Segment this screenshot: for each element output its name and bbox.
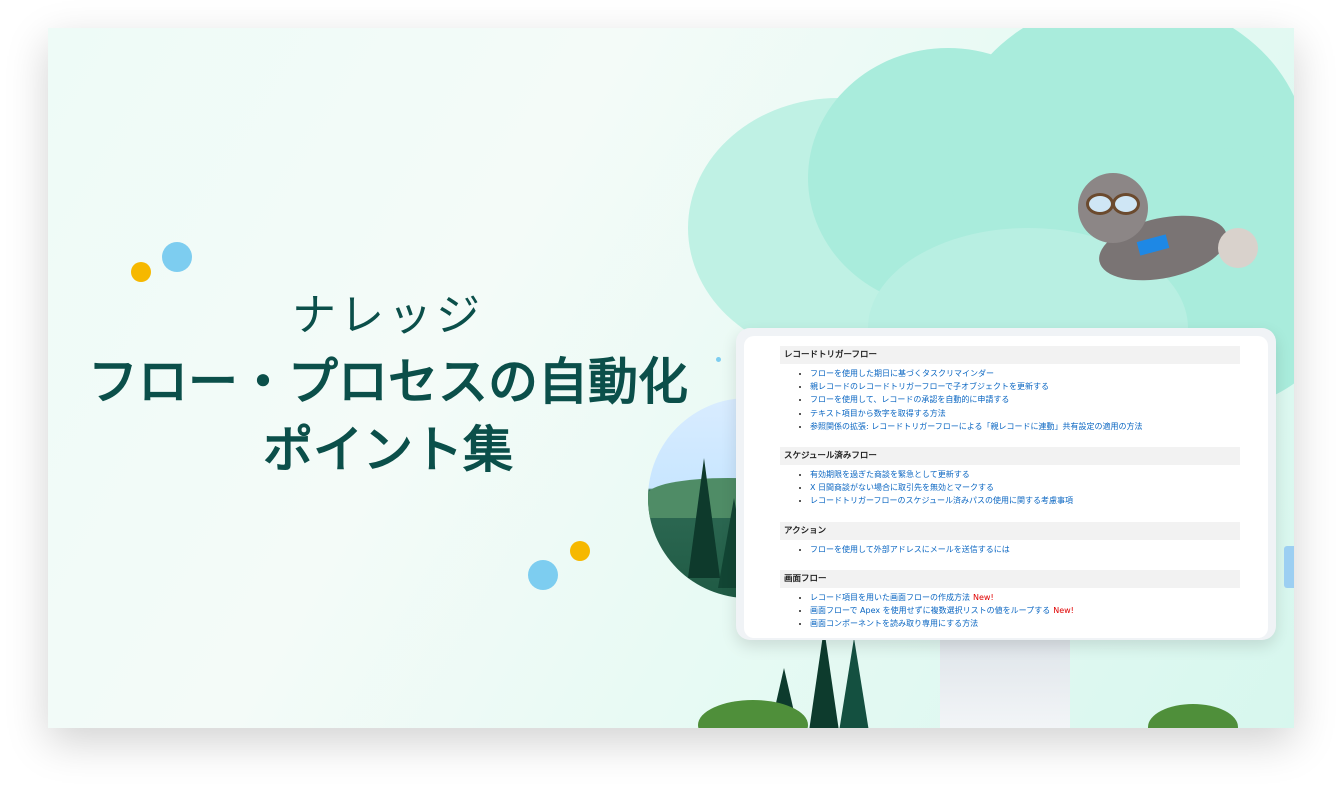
list-item: 画面フローで Apex を使用せずに複数選択リストの値をループするNew! [810,604,1240,617]
section-heading: スケジュール済みフロー [780,447,1240,466]
article-link[interactable]: X 日間商談がない場合に取引先を無効とマークする [810,483,994,492]
hero-banner: ナレッジ フロー・プロセスの自動化 ポイント集 レコードトリガーフローフローを使… [48,28,1294,728]
list-item: テキスト項目から数字を取得する方法 [810,407,1240,420]
article-link[interactable]: 画面フローで Apex を使用せずに複数選択リストの値をループする [810,606,1050,615]
list-item: レコードトリガーフローのスケジュール済みパスの使用に関する考慮事項 [810,494,1240,507]
article-link[interactable]: 有効期限を過ぎた商談を緊急として更新する [810,470,970,479]
article-link[interactable]: テキスト項目から数字を取得する方法 [810,409,946,418]
headline: ナレッジ フロー・プロセスの自動化 ポイント集 [88,286,688,482]
article-link[interactable]: フローを使用して、レコードの承認を自動的に申請する [810,395,1009,404]
article-link[interactable]: レコードトリガーフローのスケジュール済みパスの使用に関する考慮事項 [810,496,1073,505]
section-heading: アクション [780,521,1240,540]
dot-small [716,357,721,362]
list-item: フローを使用して外部アドレスにメールを送信するには [810,543,1240,556]
monitor: レコードトリガーフローフローを使用した期日に基づくタスクリマインダー親レコードの… [736,328,1276,640]
article-link[interactable]: 参照関係の拡張: レコードトリガーフローによる「親レコードに連動」共有設定の適用… [810,422,1143,431]
doc-section: 画面フローレコード項目を用いた画面フローの作成方法New!画面フローで Apex… [780,569,1240,631]
doc-section: スケジュール済みフロー有効期限を過ぎた商談を緊急として更新する X 日間商談がない… [780,447,1240,508]
knowledge-index: レコードトリガーフローフローを使用した期日に基づくタスクリマインダー親レコードの… [780,346,1240,638]
section-heading: 画面フロー [780,569,1240,588]
list-item: 有効期限を過ぎた商談を緊急として更新する [810,468,1240,481]
doc-section: レコードトリガーフローフローを使用した期日に基づくタスクリマインダー親レコードの… [780,346,1240,433]
list-item: 親レコードのレコードトリガーフローで子オブジェクトを更新する [810,380,1240,393]
list-item: フローを使用して、レコードの承認を自動的に申請する [810,393,1240,406]
article-link[interactable]: 親レコードのレコードトリガーフローで子オブジェクトを更新する [810,382,1049,391]
new-badge: New! [973,592,994,602]
list-item: 参照関係の拡張: レコードトリガーフローによる「親レコードに連動」共有設定の適用… [810,420,1240,433]
monitor-stand [940,640,1070,728]
dot-blue [528,560,558,590]
link-list: フローを使用して外部アドレスにメールを送信するには [780,543,1240,556]
page-title-line2: ポイント集 [263,421,513,479]
doc-section: アクションフローを使用して外部アドレスにメールを送信するには [780,521,1240,556]
article-link[interactable]: 画面コンポーネントを読み取り専用にする方法 [810,619,978,628]
dot-yellow [570,541,590,561]
list-item: レコード項目を用いた画面フローの作成方法New! [810,591,1240,604]
article-link[interactable]: レコード項目を用いた画面フローの作成方法 [810,593,970,602]
link-list: レコード項目を用いた画面フローの作成方法New!画面フローで Apex を使用せ… [780,591,1240,631]
page-title-line1: フロー・プロセスの自動化 [88,353,688,411]
dot-yellow [131,262,151,282]
link-list: フローを使用した期日に基づくタスクリマインダー親レコードのレコードトリガーフロー… [780,367,1240,433]
section-heading: レコードトリガーフロー [780,346,1240,364]
side-tab [1284,546,1294,588]
mascot-illustration [1058,148,1258,308]
list-item: フローを使用した期日に基づくタスクリマインダー [810,367,1240,380]
link-list: 有効期限を過ぎた商談を緊急として更新する X 日間商談がない場合に取引先を無効とマ… [780,468,1240,508]
dot-blue [162,242,192,272]
article-link[interactable]: フローを使用して外部アドレスにメールを送信するには [810,545,1010,554]
list-item: 画面コンポーネントを読み取り専用にする方法 [810,617,1240,630]
new-badge: New! [1053,606,1074,616]
document-screen: レコードトリガーフローフローを使用した期日に基づくタスクリマインダー親レコードの… [744,336,1268,638]
list-item: X 日間商談がない場合に取引先を無効とマークする [810,481,1240,494]
article-link[interactable]: フローを使用した期日に基づくタスクリマインダー [810,369,994,378]
eyebrow-label: ナレッジ [292,290,484,341]
